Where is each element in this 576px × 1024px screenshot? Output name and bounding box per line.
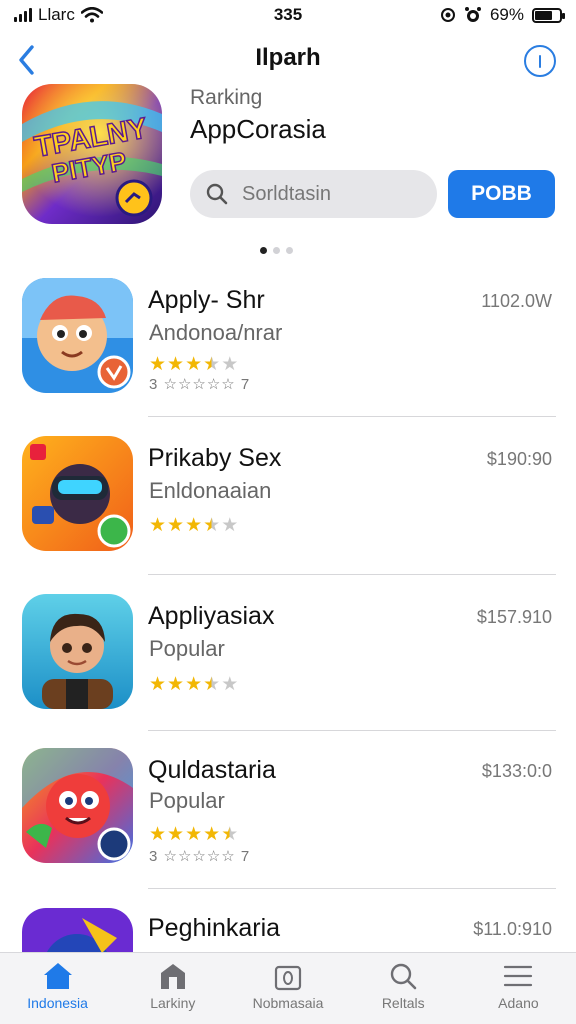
tab-larkiny[interactable]: Larkiny xyxy=(115,953,230,1024)
divider xyxy=(148,888,556,889)
tab-nobmasaia[interactable]: Nobmasaia xyxy=(230,953,345,1024)
featured-title[interactable]: AppCorasia xyxy=(190,114,326,145)
app-name: Quldastaria xyxy=(148,756,276,784)
app-row[interactable]: Peghinkaria $11.0:910 xyxy=(0,908,576,952)
rating-count: 3 ☆☆☆☆☆ 7 xyxy=(149,848,251,865)
star-icon: ★ xyxy=(203,515,221,536)
star-icon: ★ xyxy=(185,354,203,375)
bag-icon xyxy=(274,965,302,991)
star-icon: ★ xyxy=(203,824,221,845)
star-icon: ★ xyxy=(221,824,239,845)
star-icon: ★ xyxy=(203,674,221,695)
post-button[interactable]: POBB xyxy=(448,170,555,218)
star-icon: ★ xyxy=(167,824,185,845)
star-icon: ★ xyxy=(167,674,185,695)
battery-level xyxy=(535,10,552,20)
app-row[interactable]: Prikaby Sex $190:90 Enldonaaian ★ ★ ★ ★ ★ xyxy=(0,436,576,586)
star-icon: ★ xyxy=(167,354,185,375)
status-right: 69% xyxy=(440,5,565,25)
star-icon: ★ xyxy=(185,824,203,845)
tab-label: Indonesia xyxy=(27,995,88,1011)
star-rating: ★ ★ ★ ★ ★ xyxy=(149,516,238,535)
tab-bar: Indonesia Larkiny Nobmasaia Reltals Adan… xyxy=(0,952,576,1024)
featured-app-icon[interactable]: TPALNY PITYP xyxy=(22,84,162,224)
app-name: Apply- Shr xyxy=(148,286,265,314)
tab-label: Larkiny xyxy=(150,995,196,1011)
star-rating: ★ ★ ★ ★ ★ xyxy=(149,825,238,844)
status-left: Llarc xyxy=(14,5,214,25)
app-subtitle: Popular xyxy=(149,788,225,813)
star-icon: ★ xyxy=(203,354,221,375)
vr-headset-icon xyxy=(22,436,133,551)
purple-game-icon xyxy=(22,908,133,952)
star-icon: ★ xyxy=(149,824,167,845)
nav-bar: Ilparh xyxy=(0,34,576,86)
app-row[interactable]: Apply- Shr 1102.0W Andonoa/nrar ★ ★ ★ ★ ★ 3 … xyxy=(0,278,576,428)
app-name: Appliyasiax xyxy=(148,602,275,630)
home-icon xyxy=(43,963,72,989)
store-icon xyxy=(160,964,185,989)
app-row[interactable]: Quldastaria $133:0:0 Popular ★ ★ ★ ★ ★ 3 ☆☆☆… xyxy=(0,748,576,898)
red-creature-icon xyxy=(22,748,133,863)
cartoon-boy-icon xyxy=(22,278,133,393)
search-input[interactable]: Sorldtasin xyxy=(190,170,437,218)
battery-percent: 69% xyxy=(489,5,524,24)
star-icon: ★ xyxy=(221,674,239,695)
star-icon: ★ xyxy=(149,354,167,375)
app-name: Prikaby Sex xyxy=(148,444,282,472)
app-price[interactable]: $157.910 xyxy=(477,607,552,628)
info-button[interactable] xyxy=(524,45,556,77)
tab-indonesia[interactable]: Indonesia xyxy=(0,953,115,1024)
search-placeholder: Sorldtasin xyxy=(242,182,331,205)
featured-art: TPALNY PITYP xyxy=(22,84,162,224)
boy-portrait-icon xyxy=(22,594,133,709)
star-icon: ★ xyxy=(185,674,203,695)
menu-icon xyxy=(504,965,533,987)
search-icon xyxy=(391,963,417,990)
app-subtitle: Enldonaaian xyxy=(149,478,272,503)
app-name: Peghinkaria xyxy=(148,914,281,942)
star-icon: ★ xyxy=(221,354,239,375)
wifi-icon xyxy=(80,7,103,23)
app-subtitle: Popular xyxy=(149,636,225,661)
tab-label: Reltals xyxy=(381,995,425,1011)
star-icon: ★ xyxy=(149,674,167,695)
page-dot[interactable] xyxy=(286,247,293,254)
tab-label: Adano xyxy=(498,995,539,1011)
app-price[interactable]: $11.0:910 xyxy=(473,919,552,940)
star-icon: ★ xyxy=(185,515,203,536)
divider xyxy=(148,416,556,417)
app-price[interactable]: $133:0:0 xyxy=(482,761,552,782)
alarm-icon xyxy=(464,7,481,22)
carrier-label: Llarc xyxy=(38,5,75,24)
app-row[interactable]: Appliyasiax $157.910 Popular ★ ★ ★ ★ ★ xyxy=(0,594,576,744)
page-dot[interactable] xyxy=(273,247,280,254)
search-icon xyxy=(206,183,228,205)
star-icon: ★ xyxy=(167,515,185,536)
info-icon xyxy=(538,54,542,68)
star-icon: ★ xyxy=(149,515,167,536)
star-rating: ★ ★ ★ ★ ★ xyxy=(149,355,238,374)
app-subtitle: Andonoa/nrar xyxy=(149,320,283,345)
tab-adano[interactable]: Adano xyxy=(461,953,576,1024)
page-title: Ilparh xyxy=(255,44,321,71)
star-rating: ★ ★ ★ ★ ★ xyxy=(149,675,238,694)
divider xyxy=(148,730,556,731)
app-price[interactable]: $190:90 xyxy=(487,449,552,470)
page-indicator[interactable] xyxy=(260,247,293,254)
star-icon: ★ xyxy=(221,515,239,536)
battery-icon xyxy=(532,7,565,23)
divider xyxy=(148,574,556,575)
app-price[interactable]: 1102.0W xyxy=(481,291,552,312)
location-icon xyxy=(440,8,455,22)
featured-label: Rarking xyxy=(190,86,263,109)
page-dot[interactable] xyxy=(260,247,267,254)
status-bar: Llarc 335 69% xyxy=(0,0,576,30)
signal-icon xyxy=(14,8,32,22)
rating-count: 3 ☆☆☆☆☆ 7 xyxy=(149,376,251,393)
tab-label: Nobmasaia xyxy=(252,995,324,1011)
tab-reltals[interactable]: Reltals xyxy=(346,953,461,1024)
